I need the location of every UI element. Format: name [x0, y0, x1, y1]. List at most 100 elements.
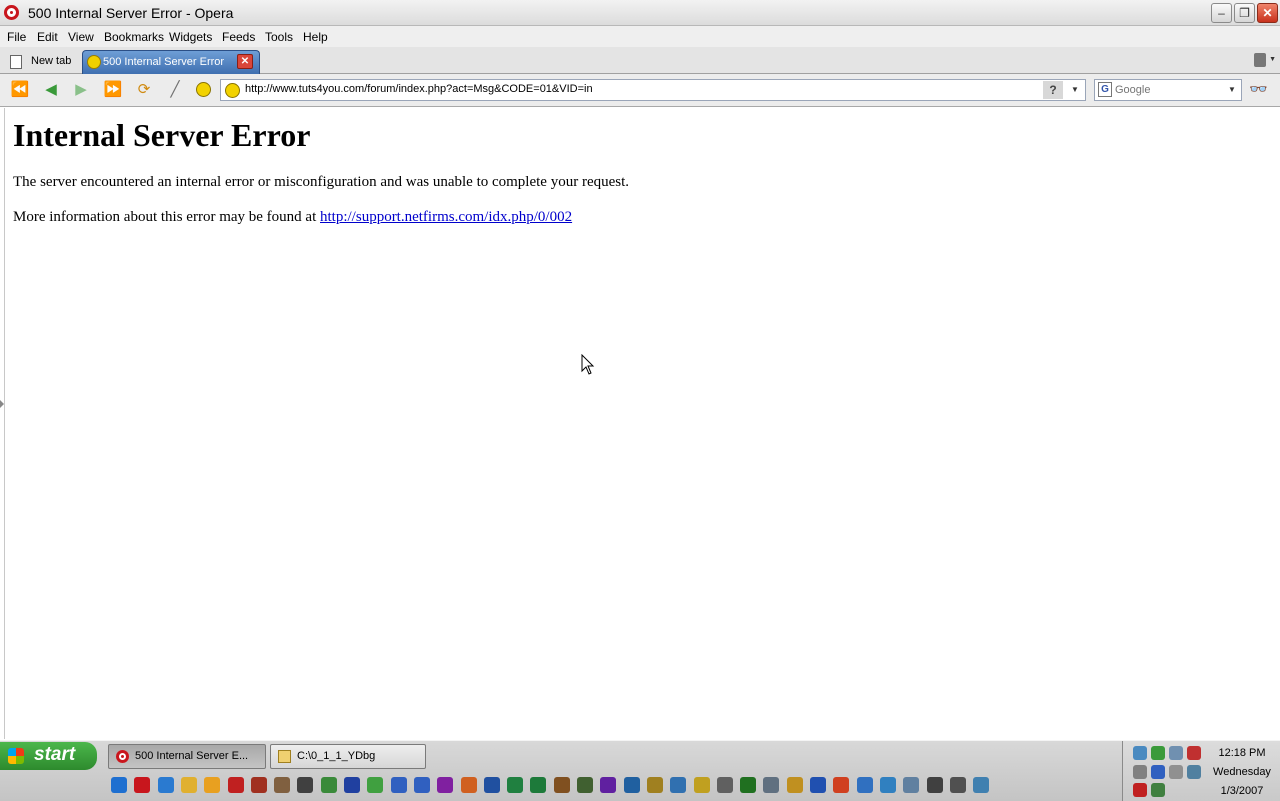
task-opera[interactable]: 500 Internal Server E... — [108, 744, 266, 769]
menu-file[interactable]: File — [7, 30, 26, 44]
address-dropdown-icon[interactable]: ▼ — [1067, 81, 1083, 99]
v-icon[interactable] — [344, 777, 360, 793]
menu-edit[interactable]: Edit — [37, 30, 58, 44]
monitor-icon[interactable] — [740, 777, 757, 793]
security-icon[interactable] — [1151, 765, 1165, 779]
window-icon[interactable] — [716, 777, 733, 793]
globe-icon[interactable] — [320, 777, 337, 793]
menu-feeds[interactable]: Feeds — [222, 30, 255, 44]
opera-icon[interactable] — [134, 777, 151, 793]
book-icon[interactable] — [646, 777, 663, 793]
face-icon[interactable] — [297, 777, 314, 793]
menu-tools[interactable]: Tools — [265, 30, 293, 44]
ie-icon[interactable] — [111, 777, 127, 793]
gear-icon[interactable] — [763, 777, 780, 793]
mouse-cursor-icon — [581, 354, 595, 375]
start-button[interactable]: start — [0, 742, 97, 770]
task-label: 500 Internal Server E... — [135, 750, 249, 762]
address-url[interactable]: http://www.tuts4you.com/forum/index.php?… — [245, 83, 593, 95]
arrow2-icon[interactable] — [413, 777, 430, 793]
arrow-icon[interactable] — [390, 777, 407, 793]
disk-icon[interactable] — [1133, 765, 1147, 779]
menu-bar: File Edit View Bookmarks Widgets Feeds T… — [0, 26, 1280, 47]
close-button[interactable]: ✕ — [1257, 3, 1278, 23]
address-bar[interactable]: http://www.tuts4you.com/forum/index.php?… — [220, 79, 1086, 101]
flag-icon[interactable] — [1133, 783, 1147, 797]
search-engine-dropdown-icon[interactable]: ▼ — [1225, 81, 1239, 99]
task-label: C:\0_1_1_YDbg — [297, 750, 376, 762]
opera-icon — [116, 750, 129, 763]
start-label: start — [34, 744, 76, 765]
network-icon[interactable] — [1133, 746, 1147, 760]
link-icon[interactable] — [670, 777, 687, 793]
site-smiley-icon — [225, 83, 240, 98]
edit-icon[interactable] — [507, 777, 524, 793]
fast-forward-icon[interactable]: ⏩ — [102, 80, 124, 100]
excel-icon[interactable] — [530, 777, 547, 793]
network-icon[interactable] — [623, 777, 640, 793]
opera-logo-icon — [4, 5, 19, 20]
menu-help[interactable]: Help — [303, 30, 328, 44]
back-arrow-icon[interactable]: ◀ — [40, 80, 62, 100]
smiley-icon[interactable] — [196, 82, 211, 97]
task-folder[interactable]: C:\0_1_1_YDbg — [270, 744, 426, 769]
t-icon[interactable] — [879, 777, 896, 793]
google-icon: G — [1098, 82, 1112, 97]
connection-icon[interactable] — [1187, 746, 1201, 760]
page-title: Internal Server Error — [13, 117, 311, 153]
coin-icon[interactable] — [693, 777, 710, 793]
disc-icon[interactable] — [367, 777, 384, 793]
sw-icon[interactable] — [600, 777, 617, 793]
menu-widgets[interactable]: Widgets — [169, 30, 212, 44]
folder-icon — [278, 750, 291, 763]
title-bar: 500 Internal Server Error - Opera – ❐ ✕ — [0, 0, 1280, 26]
screen-icon[interactable] — [973, 777, 990, 793]
search-input[interactable] — [1115, 82, 1220, 98]
w-icon[interactable] — [810, 777, 826, 793]
tools-icon[interactable] — [553, 777, 570, 793]
browser-icon[interactable] — [157, 777, 174, 793]
display-icon[interactable] — [1169, 765, 1183, 779]
menu-view[interactable]: View — [68, 30, 94, 44]
rewind-icon[interactable]: ⏪ — [9, 80, 31, 100]
more-info-text: More information about this error may be… — [13, 209, 321, 225]
c-icon[interactable] — [833, 777, 850, 793]
usb-icon[interactable] — [1187, 765, 1201, 779]
trash-icon[interactable] — [1254, 53, 1266, 67]
support-link[interactable]: http://support.netfirms.com/idx.php/0/00… — [320, 209, 572, 225]
menu-bookmarks[interactable]: Bookmarks — [104, 30, 164, 44]
figure-icon[interactable] — [274, 777, 291, 793]
page-icon — [10, 55, 22, 69]
clock-icon[interactable] — [204, 777, 221, 793]
r-icon[interactable] — [903, 777, 920, 793]
restore-button[interactable]: ❐ — [1234, 3, 1255, 23]
d-icon[interactable] — [856, 777, 873, 793]
minimize-button[interactable]: – — [1211, 3, 1232, 23]
pencil-icon[interactable] — [786, 777, 803, 793]
tool-icon[interactable] — [250, 777, 267, 793]
doc-icon[interactable] — [926, 777, 943, 793]
close-tab-icon[interactable]: ✕ — [237, 54, 253, 69]
paint-icon[interactable] — [460, 777, 477, 793]
reload-icon[interactable]: ⟳ — [133, 80, 155, 100]
chevron-down-icon[interactable]: ▼ — [1269, 56, 1276, 63]
clock[interactable]: 12:18 PM Wednesday 1/3/2007 — [1208, 744, 1276, 801]
media-icon[interactable] — [483, 777, 500, 793]
new-tab-button[interactable]: New tab — [6, 50, 78, 74]
search-box[interactable]: G ▼ — [1094, 79, 1242, 101]
grid-icon[interactable] — [437, 777, 454, 793]
speaker-icon[interactable] — [1169, 746, 1183, 760]
pipe-icon[interactable] — [949, 777, 966, 793]
folder-icon[interactable] — [180, 777, 197, 793]
smiley-icon — [87, 55, 101, 69]
clock-day: Wednesday — [1213, 766, 1271, 778]
bug-icon[interactable] — [227, 777, 244, 793]
forward-arrow-icon[interactable]: ▶ — [70, 80, 92, 100]
help-button[interactable]: ? — [1043, 81, 1063, 99]
utility-icon[interactable] — [1151, 783, 1165, 797]
shield-icon[interactable] — [1151, 746, 1165, 760]
tab-internal-server-error[interactable]: 500 Internal Server Error ✕ — [82, 50, 260, 74]
glasses-icon[interactable]: 👓 — [1249, 81, 1273, 99]
edit-pen-icon[interactable]: ╱ — [164, 80, 186, 100]
chip-icon[interactable] — [577, 777, 593, 793]
